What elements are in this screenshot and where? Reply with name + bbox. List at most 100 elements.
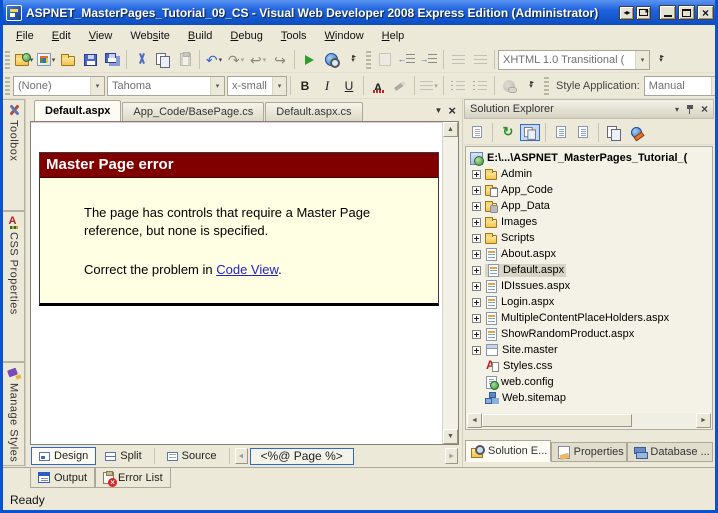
toolbar-overflow-button[interactable] [520,75,542,97]
sidebar-tab-toolbox[interactable]: Toolbox [3,99,25,211]
undo-button[interactable]: ▾ [203,49,225,71]
tree-item-web-sitemap[interactable]: Web.sitemap [467,390,711,406]
scrollbar-thumb[interactable] [482,414,632,427]
menu-build[interactable]: Build [179,27,221,45]
bullet-list-button[interactable] [447,75,469,97]
tab-output[interactable]: Output [30,468,96,488]
expand-icon[interactable] [472,249,481,259]
tab-default-aspx[interactable]: Default.aspx [34,100,122,121]
navigate-backward-button[interactable]: ▾ [247,49,269,71]
font-combobox[interactable]: Tahoma ▾ [107,75,225,96]
tree-item-images[interactable]: Images [467,214,711,230]
tree-item-multiplecontentplaceholders-aspx[interactable]: MultipleContentPlaceHolders.aspx [467,310,711,326]
tree-item-styles-css[interactable]: Styles.css [467,358,711,374]
code-view-link[interactable]: Code View [216,262,278,277]
font-size-combobox[interactable]: x-small ▾ [227,75,287,96]
italic-button[interactable]: I [316,75,338,97]
tree-item-about-aspx[interactable]: About.aspx [467,246,711,262]
bold-button[interactable]: B [294,75,316,97]
tree-item-app-code[interactable]: App_Code [467,182,711,198]
scroll-down-icon[interactable]: ▼ [443,429,458,444]
redo-button[interactable]: ▾ [225,49,247,71]
formatting-button-1[interactable] [447,49,469,71]
tree-item-login-aspx[interactable]: Login.aspx [467,294,711,310]
menu-tools[interactable]: Tools [272,27,316,45]
navigate-forward-button[interactable] [269,49,291,71]
decrease-indent-button[interactable] [396,49,418,71]
doctype-combobox[interactable]: XHTML 1.0 Transitional ( ▾ [498,49,650,70]
scroll-left-icon[interactable]: ◄ [467,413,482,428]
refresh-button[interactable] [498,122,518,142]
tree-item-idissues-aspx[interactable]: IDIssues.aspx [467,278,711,294]
view-in-browser-button[interactable] [320,49,342,71]
panel-close-icon[interactable]: × [701,103,708,115]
expand-icon[interactable] [472,233,481,243]
tab-basepage-cs[interactable]: App_Code/BasePage.cs [122,102,265,121]
tree-item-web-config[interactable]: web.config [467,374,711,390]
close-document-icon[interactable]: × [448,104,456,117]
design-view-button[interactable]: Design [31,447,97,465]
toolbar-grip[interactable] [544,76,549,95]
tree-item-scripts[interactable]: Scripts [467,230,711,246]
menu-website[interactable]: Website [121,27,179,45]
auto-hide-pin-icon[interactable] [686,104,694,114]
expand-icon[interactable] [472,201,481,211]
tag-navigator-page-tag[interactable]: <%@ Page %> [249,447,354,465]
start-debugging-button[interactable] [298,49,320,71]
document-list-dropdown-icon[interactable]: ▼ [434,106,442,115]
close-button[interactable] [697,5,714,20]
combo-dropdown-icon[interactable]: ▾ [272,76,286,95]
scroll-right-icon[interactable]: ► [696,413,711,428]
expand-icon[interactable] [472,185,481,195]
expand-icon[interactable] [472,217,481,227]
formatting-button-2[interactable] [469,49,491,71]
combo-dropdown-icon[interactable]: ▾ [635,50,649,69]
tree-item-default-aspx[interactable]: Default.aspx [467,262,711,278]
add-new-item-button[interactable]: ▾ [35,49,57,71]
tree-root-website[interactable]: E:\...\ASPNET_MasterPages_Tutorial_( [467,150,711,166]
tab-solution-explorer[interactable]: Solution E... [465,440,551,462]
hyperlink-button[interactable] [498,75,520,97]
paste-button[interactable] [174,49,196,71]
cut-button[interactable] [130,49,152,71]
style-application-combobox[interactable]: Manual ▾ [643,75,715,96]
numbered-list-button[interactable] [469,75,491,97]
format-document-button[interactable] [374,49,396,71]
save-all-button[interactable] [101,49,123,71]
aspnet-configuration-button[interactable] [626,122,646,142]
minimize-button[interactable] [659,5,676,20]
combo-dropdown-icon[interactable]: ▾ [90,76,104,95]
toolbar-overflow-button[interactable] [650,49,672,71]
tab-database-explorer[interactable]: Database ... [627,442,714,462]
combo-dropdown-icon[interactable]: ▾ [710,76,715,95]
expand-icon[interactable] [472,313,481,323]
expand-icon[interactable] [472,345,481,355]
view-designer-button[interactable] [573,122,593,142]
menu-window[interactable]: Window [316,27,373,45]
tree-item-admin[interactable]: Admin [467,166,711,182]
increase-indent-button[interactable] [418,49,440,71]
tab-default-aspx-cs[interactable]: Default.aspx.cs [265,102,363,121]
tree-item-showrandomproduct-aspx[interactable]: ShowRandomProduct.aspx [467,326,711,342]
menu-help[interactable]: Help [373,27,414,45]
expand-icon[interactable] [472,297,481,307]
alignment-button[interactable]: ▾ [418,75,440,97]
menu-edit[interactable]: Edit [43,27,80,45]
panel-menu-dropdown-icon[interactable]: ▾ [675,105,679,114]
copy-button[interactable] [152,49,174,71]
tag-navigator-right-icon[interactable]: ► [445,448,458,464]
selected-tree-item[interactable]: Default.aspx [485,263,567,277]
tag-navigator-left-icon[interactable]: ◄ [234,448,248,464]
font-color-button[interactable] [367,75,389,97]
tab-error-list[interactable]: Error List [95,468,171,488]
maximize-button[interactable] [678,5,695,20]
toolbar-grip[interactable] [366,50,371,69]
menu-debug[interactable]: Debug [221,27,271,45]
titlebar-arrows-button[interactable] [619,5,634,20]
tree-item-site-master[interactable]: Site.master [467,342,711,358]
solution-explorer-titlebar[interactable]: Solution Explorer ▾ × [464,99,714,119]
design-surface[interactable]: Master Page error The page has controls … [31,122,442,444]
title-bar[interactable]: ASPNET_MasterPages_Tutorial_09_CS - Visu… [3,0,715,25]
highlight-button[interactable] [389,75,411,97]
save-button[interactable] [79,49,101,71]
